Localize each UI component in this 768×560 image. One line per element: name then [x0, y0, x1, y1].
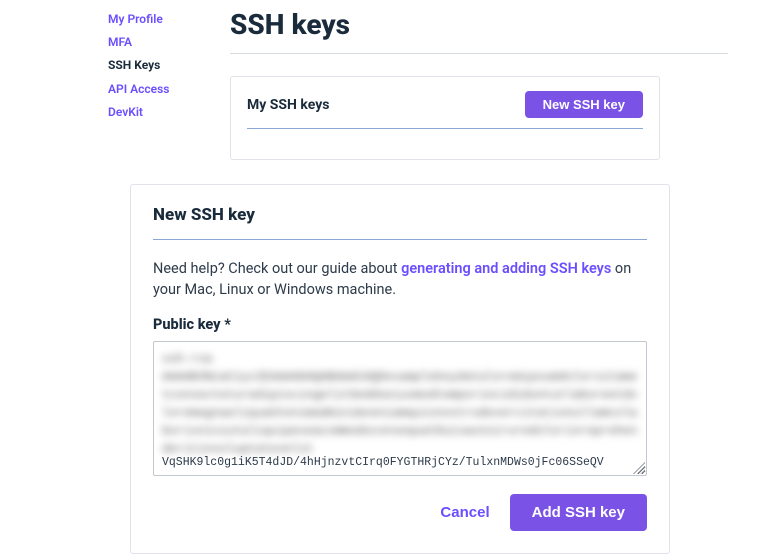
public-key-blurred-content: ssh-rsa AAAAB3NzaC1yc2EAAAADAQABAAACAQDe… [162, 350, 638, 458]
page-title: SSH keys [230, 8, 728, 41]
new-ssh-key-form-card: New SSH key Need help? Check out our gui… [130, 184, 670, 554]
sidebar-item-ssh-keys[interactable]: SSH Keys [108, 54, 230, 77]
form-actions: Cancel Add SSH key [153, 494, 647, 531]
cancel-button[interactable]: Cancel [440, 504, 489, 521]
sidebar-item-my-profile[interactable]: My Profile [108, 8, 230, 31]
help-text-prefix: Need help? Check out our guide about [153, 260, 401, 277]
public-key-visible-tail: VqSHK9lc0g1iK5T4dJD/4hHjnzvtCIrq0FYGTHRj… [162, 456, 604, 469]
settings-sidebar: My Profile MFA SSH Keys API Access DevKi… [0, 8, 230, 160]
main-content: SSH keys My SSH keys New SSH key [230, 8, 768, 160]
ssh-keys-card-title: My SSH keys [247, 97, 329, 113]
help-text: Need help? Check out our guide about gen… [153, 258, 647, 300]
ssh-keys-card-divider [247, 128, 643, 129]
add-ssh-key-button[interactable]: Add SSH key [510, 494, 647, 531]
sidebar-item-api-access[interactable]: API Access [108, 78, 230, 101]
public-key-label: Public key * [153, 316, 647, 333]
ssh-keys-card: My SSH keys New SSH key [230, 76, 660, 160]
help-link-generating-ssh-keys[interactable]: generating and adding SSH keys [401, 260, 611, 277]
public-key-textarea[interactable]: ssh-rsa AAAAB3NzaC1yc2EAAAADAQABAAACAQDe… [153, 341, 647, 476]
ssh-keys-card-header: My SSH keys New SSH key [247, 91, 643, 118]
textarea-resize-handle[interactable] [633, 462, 645, 474]
sidebar-item-devkit[interactable]: DevKit [108, 101, 230, 124]
title-divider [230, 53, 728, 54]
form-divider [153, 239, 647, 240]
new-ssh-key-button[interactable]: New SSH key [525, 91, 643, 118]
sidebar-item-mfa[interactable]: MFA [108, 31, 230, 54]
new-ssh-key-form-title: New SSH key [153, 205, 647, 225]
